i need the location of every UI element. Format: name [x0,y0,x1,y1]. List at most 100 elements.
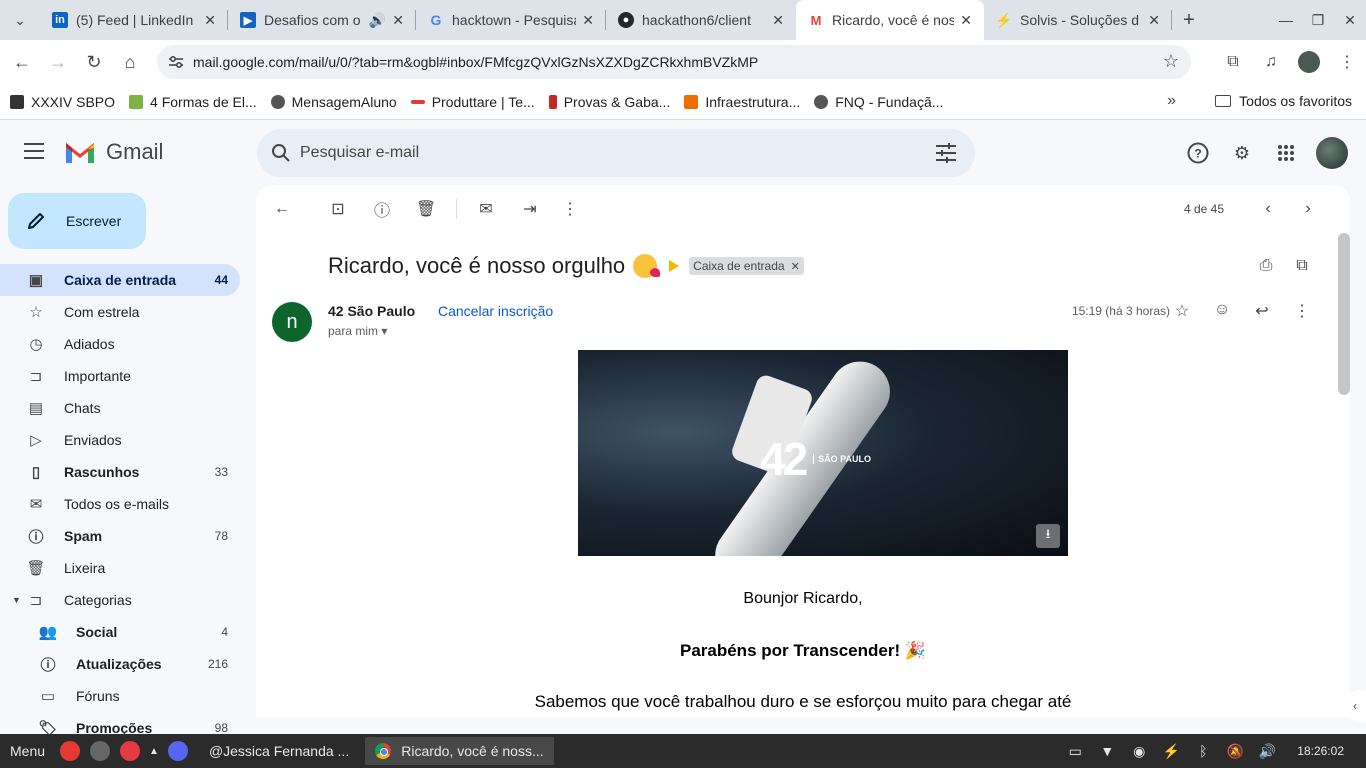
sidebar-item-spam[interactable]: ⓘ Spam 78 [0,520,240,552]
forward-icon[interactable]: → [40,44,76,80]
sidebar-item-all-mail[interactable]: ✉ Todos os e-mails [0,488,240,520]
bookmark-star-icon[interactable]: ☆ [1163,51,1179,72]
app-launcher-icon[interactable] [60,741,81,761]
media-control-icon[interactable]: ♫ [1252,44,1290,80]
sidebar-item-updates[interactable]: ⓘ Atualizações 216 [0,648,240,680]
scrollbar[interactable] [1338,233,1350,395]
taskbar-window-chrome[interactable]: Ricardo, você é noss... [365,737,554,765]
screen-icon[interactable]: ▭ [1059,743,1091,760]
minimize-icon[interactable]: — [1270,12,1302,28]
start-menu-button[interactable]: Menu [0,743,55,759]
profile-icon[interactable] [1290,44,1328,80]
reply-icon[interactable]: ↩ [1242,301,1282,321]
close-icon[interactable]: ✕ [1148,12,1160,29]
address-bar[interactable]: mail.google.com/mail/u/0/?tab=rm&ogbl#in… [157,45,1191,79]
all-bookmarks-button[interactable]: Todos os favoritos [1215,93,1352,109]
search-input[interactable]: Pesquisar e-mail [257,129,975,177]
tab-search-icon[interactable]: ⌄ [0,0,40,40]
extensions-icon[interactable]: ⧉ [1214,44,1252,80]
bookmark-item[interactable]: FNQ - Fundaçã... [814,94,943,110]
remove-label-icon[interactable]: ✕ [791,260,800,273]
more-options-icon[interactable]: ⋮ [1282,301,1322,321]
sidebar-item-chats[interactable]: ▤ Chats [0,392,240,424]
close-icon[interactable]: ✕ [392,12,404,29]
gmail-logo[interactable]: Gmail [64,139,163,165]
older-icon[interactable]: › [1296,197,1320,221]
hub-icon[interactable] [120,741,141,761]
sidebar-item-categories[interactable]: ▼ ⊐ Categorias [0,584,240,616]
recipient-details[interactable]: para mim ▾ [328,324,387,338]
power-icon[interactable]: ⚡ [1155,743,1187,760]
bookmark-item[interactable]: Provas & Gaba... [548,94,670,110]
report-spam-icon[interactable]: ⓘ [370,197,394,221]
sidebar-item-important[interactable]: ⊐ Importante [0,360,240,392]
bookmark-item[interactable]: 4 Formas de El... [129,94,257,110]
sender-name[interactable]: 42 São Paulo [328,303,415,319]
new-tab-button[interactable]: + [1172,9,1206,32]
compose-button[interactable]: Escrever [8,193,146,249]
close-icon[interactable]: ✕ [204,12,216,29]
sidebar-item-trash[interactable]: 🗑 Lixeira [0,552,240,584]
sidebar-item-sent[interactable]: ▷ Enviados [0,424,240,456]
close-icon[interactable]: ✕ [582,12,594,29]
apps-grid-icon[interactable] [1264,131,1308,175]
tab-github[interactable]: ● hackathon6/client ✕ [606,0,796,40]
site-info-icon[interactable] [167,53,185,71]
bookmark-item[interactable]: MensagemAluno [270,94,397,110]
browser-menu-icon[interactable]: ⋮ [1328,44,1366,80]
bookmark-item[interactable]: Infraestrutura... [684,94,800,110]
close-icon[interactable]: ✕ [960,12,972,29]
caret-down-icon[interactable]: ▾ [381,324,387,338]
delete-icon[interactable]: 🗑 [414,197,438,221]
back-icon[interactable]: ← [4,44,40,80]
reload-icon[interactable]: ↻ [76,44,112,80]
maximize-icon[interactable]: ❐ [1302,12,1334,29]
tab-hacktown[interactable]: G hacktown - Pesquisa ✕ [416,0,606,40]
label-chip-inbox[interactable]: Caixa de entrada ✕ [689,257,804,275]
wifi-icon[interactable]: ▼ [1091,743,1123,759]
unsubscribe-link[interactable]: Cancelar inscrição [438,303,553,319]
main-menu-icon[interactable] [24,143,44,161]
tab-gmail[interactable]: M Ricardo, você é nosso ✕ [796,0,984,40]
chevron-up-icon[interactable]: ▲ [149,746,159,757]
tab-linkedin[interactable]: in (5) Feed | LinkedIn ✕ [40,0,228,40]
sidebar-item-forums[interactable]: ▭ Fóruns [0,680,240,712]
tab-solvis[interactable]: ⚡ Solvis - Soluções d ✕ [984,0,1172,40]
sidebar-item-social[interactable]: 👥 Social 4 [0,616,240,648]
search-icon[interactable] [271,143,291,163]
move-to-icon[interactable]: ⇥ [518,197,542,221]
sidebar-item-inbox[interactable]: ▣ Caixa de entrada 44 [0,264,240,296]
sidebar-item-starred[interactable]: ☆ Com estrela [0,296,240,328]
emoji-reaction-icon[interactable]: ☺ [1202,301,1242,321]
bookmark-item[interactable]: XXXIV SBPO [10,94,115,110]
tab-desafios[interactable]: ▶ Desafios com o 🔊 ✕ [228,0,416,40]
terminal-icon[interactable] [90,741,111,761]
download-icon[interactable]: ⭳ [1036,524,1060,548]
account-avatar[interactable] [1316,137,1348,169]
bluetooth-icon[interactable]: ᛒ [1187,743,1219,759]
importance-marker-icon[interactable] [669,260,680,272]
caret-down-icon[interactable]: ▼ [12,595,24,605]
volume-icon[interactable]: 🔊 [1251,743,1283,760]
home-icon[interactable]: ⌂ [112,44,148,80]
help-icon[interactable]: ? [1176,131,1220,175]
back-to-inbox-icon[interactable]: ← [270,197,294,221]
newer-icon[interactable]: ‹ [1256,197,1280,221]
close-icon[interactable]: ✕ [772,12,784,29]
discord-tray-icon[interactable]: ◉ [1123,743,1155,760]
mark-unread-icon[interactable]: ✉ [474,197,498,221]
star-icon[interactable]: ☆ [1162,301,1202,321]
more-bookmarks-icon[interactable]: » [1167,92,1176,110]
notifications-off-icon[interactable]: 🔕 [1219,743,1251,760]
close-window-icon[interactable]: ✕ [1334,12,1366,29]
taskbar-window[interactable]: @Jessica Fernanda ... [199,737,359,765]
search-options-icon[interactable] [935,143,957,163]
print-icon[interactable]: ⎙ [1248,257,1284,275]
archive-icon[interactable]: ⊡ [326,197,350,221]
discord-icon[interactable] [167,741,188,761]
sidebar-item-snoozed[interactable]: ◷ Adiados [0,328,240,360]
open-new-window-icon[interactable]: ⧉ [1284,257,1320,275]
bookmark-item[interactable]: Produttare | Te... [410,94,535,110]
more-actions-icon[interactable]: ⋮ [558,197,582,221]
sidebar-item-drafts[interactable]: ▯ Rascunhos 33 [0,456,240,488]
